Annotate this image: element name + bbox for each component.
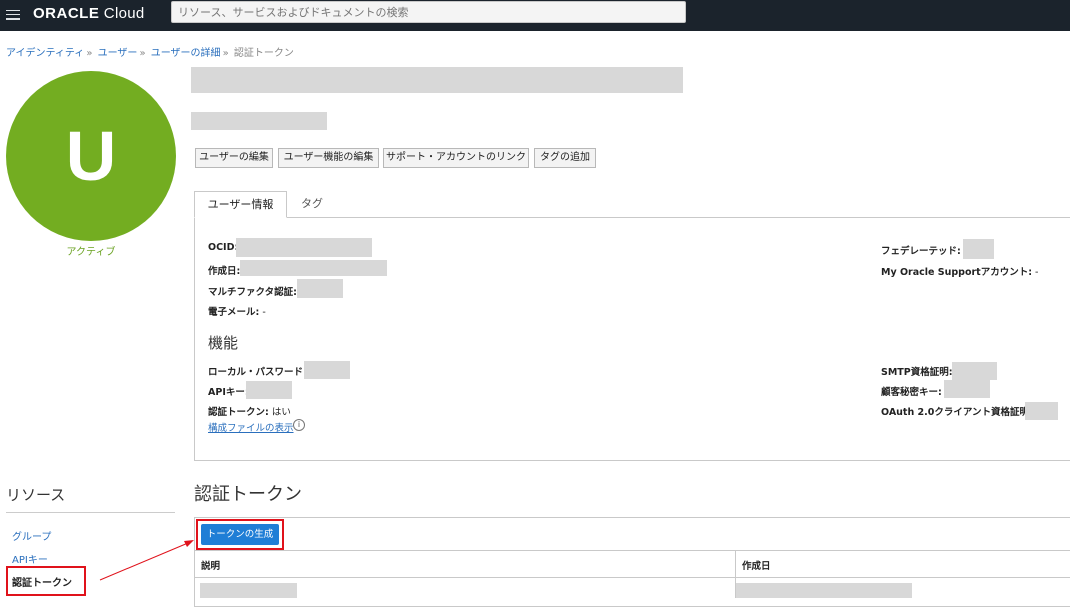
column-header-created[interactable]: 作成日 xyxy=(742,558,771,572)
table-header-bottom-border xyxy=(194,577,1070,578)
auth-tokens-title: 認証トークン xyxy=(194,484,302,505)
column-header-description[interactable]: 説明 xyxy=(201,558,220,572)
table-row-redacted xyxy=(200,583,297,598)
table-header-top-border xyxy=(194,550,1070,551)
generate-token-button[interactable]: トークンの生成 xyxy=(201,524,279,545)
auth-tokens-table xyxy=(194,517,1070,607)
tab-user-info[interactable]: ユーザー情報 xyxy=(194,191,287,218)
annotation-arrow xyxy=(99,540,194,581)
table-row-redacted xyxy=(736,583,912,598)
